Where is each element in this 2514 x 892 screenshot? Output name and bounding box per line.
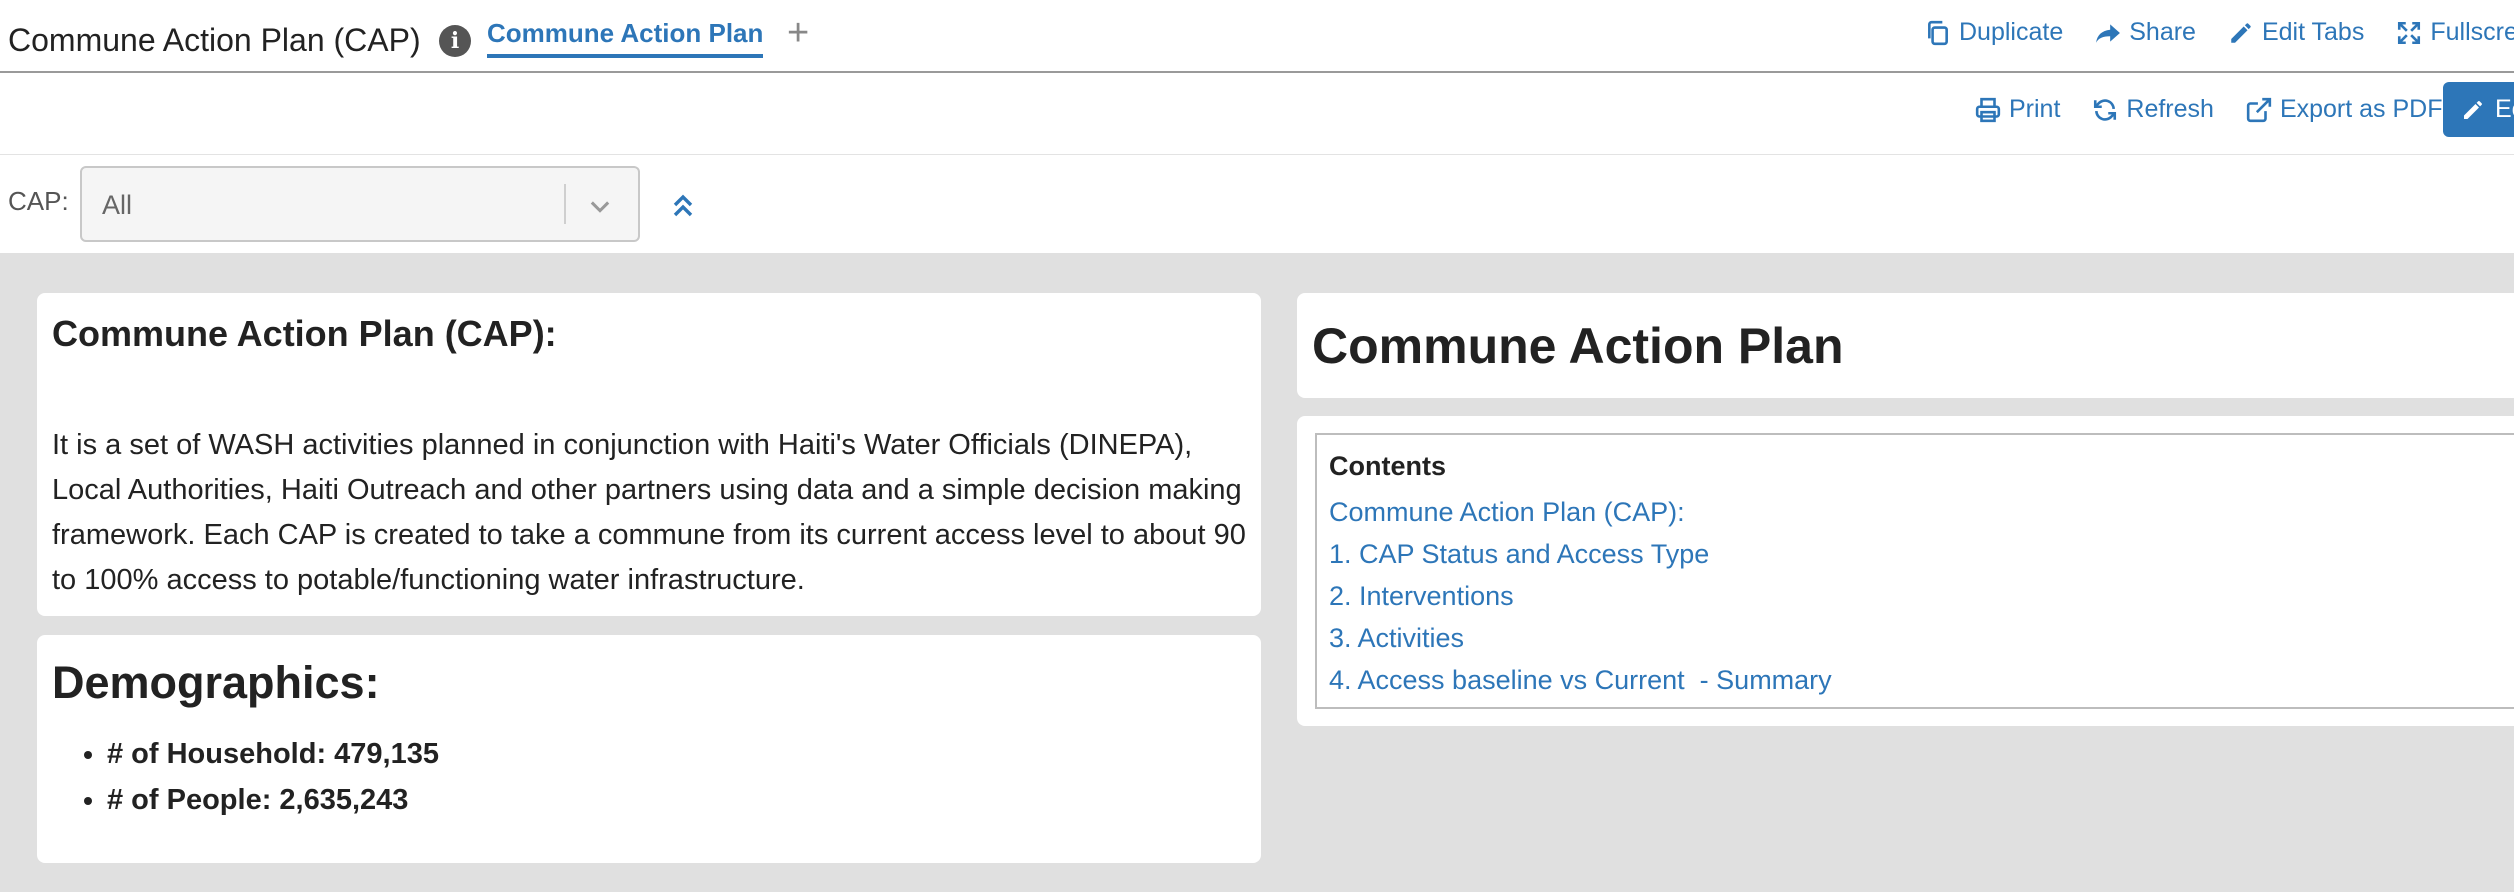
fullscreen-label: Fullscre — [2430, 18, 2514, 46]
copy-icon — [1928, 20, 1948, 45]
share-icon — [2096, 23, 2121, 43]
filter-bar: CAP: All — [0, 155, 2514, 253]
share-label: Share — [2129, 18, 2196, 46]
export-pdf-label: Export as PDF — [2279, 95, 2443, 123]
contents-heading: Contents — [1329, 451, 1446, 481]
dashboard-content: Commune Action Plan (CAP): It is a set o… — [0, 253, 2514, 892]
page-title: Commune Action Plan — [1312, 318, 1844, 374]
demographics-card: Demographics: # of Household: 479,135 # … — [37, 635, 1261, 863]
cap-filter-select[interactable]: All — [80, 166, 640, 242]
fullscreen-button[interactable]: Fullscre — [2396, 18, 2514, 47]
people-count: # of People: 2,635,243 — [107, 777, 439, 823]
toc-link[interactable]: Commune Action Plan (CAP): — [1329, 491, 1832, 533]
cap-filter-value: All — [102, 190, 133, 220]
export-pdf-button[interactable]: Export as PDF — [2246, 95, 2443, 124]
edit-tabs-button[interactable]: Edit Tabs — [2228, 18, 2364, 47]
duplicate-label: Duplicate — [1959, 18, 2064, 46]
dashboard-toolbar: Print Refresh Export as PDF Ec — [0, 73, 2514, 155]
info-circle-icon[interactable]: i — [439, 25, 471, 57]
toc-link[interactable]: 2. Interventions — [1329, 575, 1832, 617]
tab-commune-action-plan[interactable]: Commune Action Plan — [487, 18, 764, 58]
cap-description: It is a set of WASH activities planned i… — [52, 429, 1246, 596]
refresh-button[interactable]: Refresh — [2092, 95, 2214, 124]
edit-dashboard-button[interactable]: Ec — [2443, 82, 2514, 137]
cap-filter-label: CAP: — [8, 186, 69, 216]
demographics-heading: Demographics: — [52, 657, 380, 708]
add-tab-plus-icon[interactable]: + — [787, 12, 809, 55]
page-title-card: Commune Action Plan — [1297, 293, 2514, 398]
edit-label: Ec — [2495, 95, 2514, 123]
external-link-icon — [2246, 97, 2272, 122]
cap-description-card: Commune Action Plan (CAP): It is a set o… — [37, 293, 1261, 616]
table-of-contents: Contents Commune Action Plan (CAP): 1. C… — [1315, 433, 2514, 709]
pencil-icon — [2464, 100, 2482, 119]
refresh-label: Refresh — [2126, 95, 2214, 123]
refresh-icon — [2094, 98, 2117, 121]
toc-link[interactable]: 4. Access baseline vs Current - Summary — [1329, 659, 1832, 701]
printer-icon — [1975, 97, 2001, 122]
toc-link[interactable]: 3. Activities — [1329, 617, 1832, 659]
header-actions: Duplicate Share Edit Tabs Fullscre — [1925, 18, 2514, 47]
toc-link[interactable]: 1. CAP Status and Access Type — [1329, 533, 1832, 575]
dashboard-title: Commune Action Plan (CAP) — [8, 22, 421, 58]
print-button[interactable]: Print — [1975, 95, 2060, 124]
select-divider — [564, 184, 566, 224]
cap-heading: Commune Action Plan (CAP): — [52, 313, 557, 354]
double-chevron-up-icon[interactable] — [672, 193, 694, 219]
toolbar-actions: Print Refresh Export as PDF — [1975, 95, 2443, 124]
print-label: Print — [2009, 95, 2061, 123]
duplicate-button[interactable]: Duplicate — [1925, 18, 2063, 47]
chevron-down-icon[interactable] — [586, 192, 614, 220]
expand-icon — [2398, 21, 2421, 44]
demographics-list: # of Household: 479,135 # of People: 2,6… — [107, 731, 439, 823]
dashboard-header: Commune Action Plan (CAP) i Commune Acti… — [0, 0, 2514, 73]
contents-list: Commune Action Plan (CAP): 1. CAP Status… — [1329, 491, 1832, 701]
contents-card: Contents Commune Action Plan (CAP): 1. C… — [1297, 416, 2514, 726]
household-count: # of Household: 479,135 — [107, 731, 439, 777]
pencil-icon — [2231, 22, 2251, 43]
edit-tabs-label: Edit Tabs — [2261, 18, 2365, 46]
share-button[interactable]: Share — [2095, 18, 2196, 47]
